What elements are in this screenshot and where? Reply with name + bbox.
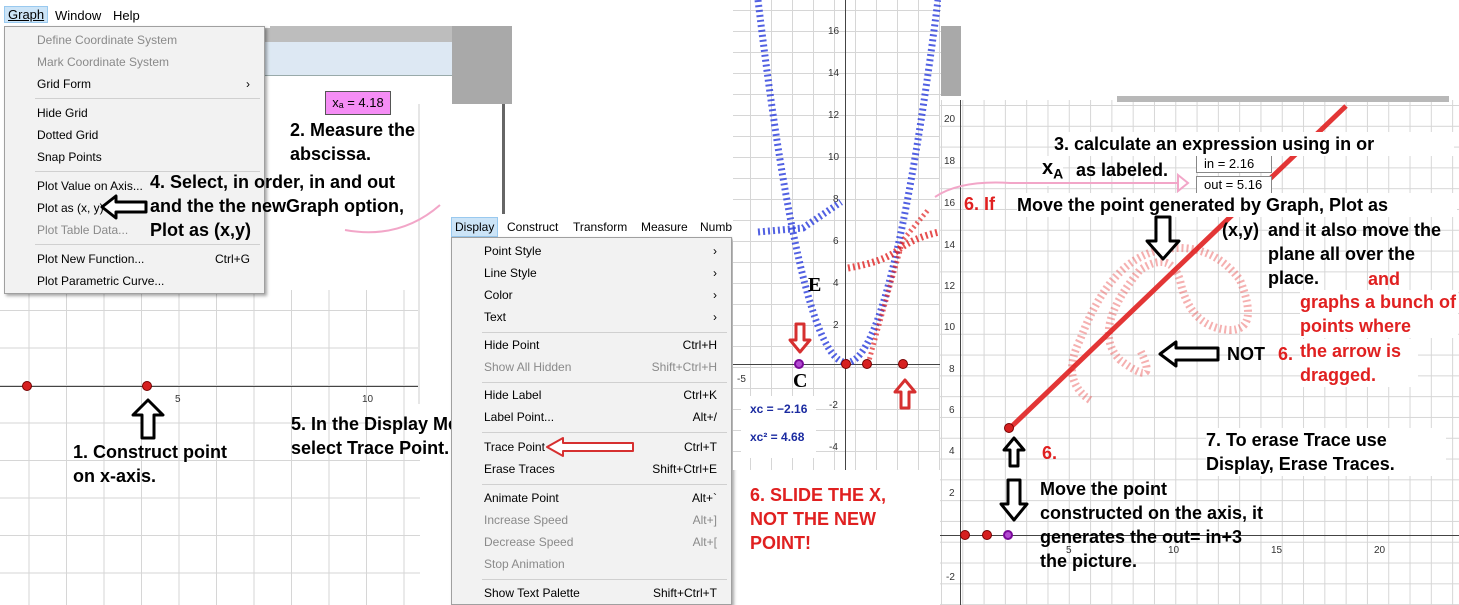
middle-point-3[interactable] bbox=[898, 359, 908, 369]
display-menubar: Display Construct Transform Measure Numb bbox=[450, 217, 732, 237]
left-tick-5: 5 bbox=[175, 394, 181, 405]
graph-menu-item[interactable]: Dotted Grid bbox=[5, 124, 264, 146]
display-menu-item[interactable]: Show Text Palette Shift+Ctrl+T bbox=[452, 582, 731, 604]
left-axis-point-origin[interactable] bbox=[22, 381, 32, 391]
arrow-up-icon bbox=[131, 398, 165, 440]
annotation-step3: 3. calculate an expression using in or bbox=[1054, 132, 1454, 156]
arrow-to-trace-point-icon bbox=[546, 437, 634, 457]
right-axis-point-a[interactable] bbox=[1003, 530, 1013, 540]
red-arrow-down-icon bbox=[788, 322, 812, 354]
menu-separator bbox=[482, 332, 727, 333]
display-menu-item[interactable]: Decrease Speed Alt+[ bbox=[452, 531, 731, 553]
display-menu-item[interactable]: Show All Hidden Shift+Ctrl+H bbox=[452, 356, 731, 378]
right-axis-point-2[interactable] bbox=[982, 530, 992, 540]
annotation-step6-slide: 6. SLIDE THE X, NOT THE NEW POINT! bbox=[750, 485, 887, 553]
annotation-step6-and: and bbox=[1368, 269, 1401, 289]
display-menu: Point Style › Line Style › Color › Text › Hi… bbox=[451, 237, 732, 605]
middle-gray-block bbox=[941, 26, 961, 96]
right-plotted-point[interactable] bbox=[1004, 423, 1014, 433]
display-menu-item[interactable]: Erase Traces Shift+Ctrl+E bbox=[452, 458, 731, 480]
display-menu-item[interactable]: Increase Speed Alt+] bbox=[452, 509, 731, 531]
menu-display[interactable]: Display bbox=[451, 217, 499, 237]
annotation-step6-arrow: the arrow is dragged. bbox=[1300, 339, 1418, 387]
submenu-chevron-icon: › bbox=[246, 77, 250, 91]
menu-separator bbox=[482, 484, 727, 485]
display-menu-item[interactable]: Text › bbox=[452, 306, 731, 328]
menu-separator bbox=[482, 432, 727, 433]
left-right-edge bbox=[502, 104, 505, 214]
middle-point-2[interactable] bbox=[862, 359, 872, 369]
annotation-step1: 1. Construct point on x-axis. bbox=[73, 442, 227, 486]
annotation-step6-not: NOT bbox=[1227, 344, 1265, 364]
menu-measure[interactable]: Measure bbox=[641, 220, 688, 234]
measurement-in[interactable]: in = 2.16 bbox=[1196, 155, 1272, 173]
arrow-down-big-icon bbox=[999, 478, 1029, 522]
annotation-step2: 2. Measure the abscissa. bbox=[290, 120, 416, 164]
label-point-c: C bbox=[793, 370, 808, 392]
middle-point-c[interactable] bbox=[794, 359, 804, 369]
graph-menu: Define Coordinate System Mark Coordinate… bbox=[4, 26, 265, 294]
display-menu-item[interactable]: Stop Animation bbox=[452, 553, 731, 575]
menu-transform[interactable]: Transform bbox=[573, 220, 627, 234]
pink-connector-curve bbox=[344, 204, 441, 234]
menu-help[interactable]: Help bbox=[113, 8, 140, 23]
display-menu-item[interactable]: Hide Label Ctrl+K bbox=[452, 384, 731, 406]
display-menu-item[interactable]: Label Point... Alt+/ bbox=[452, 406, 731, 428]
menu-separator bbox=[482, 579, 727, 580]
measurement-xa[interactable]: xₐ = 4.18 bbox=[325, 91, 391, 115]
menu-construct[interactable]: Construct bbox=[507, 220, 558, 234]
menu-separator bbox=[35, 98, 260, 99]
annotation-step6-move2: Move the point constructed on the axis, … bbox=[1040, 479, 1264, 571]
arrow-down-icon bbox=[1145, 215, 1181, 261]
menu-number[interactable]: Numb bbox=[700, 220, 732, 234]
annotation-step6-move: Move the point generated by Graph, Plot … bbox=[1017, 193, 1457, 217]
right-axis-point-1[interactable] bbox=[960, 530, 970, 540]
menu-window[interactable]: Window bbox=[55, 8, 101, 23]
label-point-e: E bbox=[808, 274, 822, 296]
graph-menu-item[interactable]: Hide Grid bbox=[5, 102, 264, 124]
display-menu-item[interactable]: Color › bbox=[452, 284, 731, 306]
left-axis-point-a[interactable] bbox=[142, 381, 152, 391]
annotation-step6-number: 6. bbox=[1278, 344, 1294, 364]
measurement-xc-squared[interactable]: xᴄ² = 4.68 bbox=[750, 430, 804, 444]
graph-menu-item[interactable]: Mark Coordinate System bbox=[5, 51, 264, 73]
menubar: Graph Window Help bbox=[0, 0, 270, 28]
graph-menu-item[interactable]: Plot New Function... Ctrl+G bbox=[5, 248, 264, 270]
annotation-step6-xy: (x,y) bbox=[1222, 220, 1260, 240]
graph-menu-item[interactable]: Define Coordinate System bbox=[5, 29, 264, 51]
middle-point-origin[interactable] bbox=[841, 359, 851, 369]
measurement-out[interactable]: out = 5.16 bbox=[1196, 176, 1272, 194]
left-x-axis bbox=[0, 386, 420, 387]
menu-separator bbox=[35, 244, 260, 245]
annotation-step6-graphs: graphs a bunch of points where bbox=[1300, 290, 1458, 338]
display-menu-item[interactable]: Hide Point Ctrl+H bbox=[452, 334, 731, 356]
graph-menu-item[interactable]: Plot Parametric Curve... bbox=[5, 270, 264, 292]
left-gray-block bbox=[452, 26, 512, 104]
display-menu-item[interactable]: Line Style › bbox=[452, 262, 731, 284]
arrow-left-icon bbox=[100, 194, 148, 220]
display-menu-item[interactable]: Animate Point Alt+` bbox=[452, 487, 731, 509]
annotation-step6-also: and it also move the plane all over the … bbox=[1268, 220, 1442, 288]
menu-separator bbox=[482, 382, 727, 383]
left-tick-10: 10 bbox=[362, 394, 374, 405]
menu-graph[interactable]: Graph bbox=[4, 6, 49, 23]
measurement-xc[interactable]: xᴄ = −2.16 bbox=[750, 402, 807, 416]
display-menu-item[interactable]: Point Style › bbox=[452, 240, 731, 262]
arrow-up-small-icon bbox=[1002, 436, 1026, 468]
graph-menu-item[interactable]: Grid Form › bbox=[5, 73, 264, 95]
annotation-step6-b: 6. bbox=[1042, 443, 1058, 463]
annotation-step7: 7. To erase Trace use Display, Erase Tra… bbox=[1206, 428, 1446, 476]
red-arrow-up-icon bbox=[893, 378, 917, 410]
graph-menu-item[interactable]: Snap Points bbox=[5, 146, 264, 168]
arrow-left-not-icon bbox=[1158, 340, 1220, 368]
